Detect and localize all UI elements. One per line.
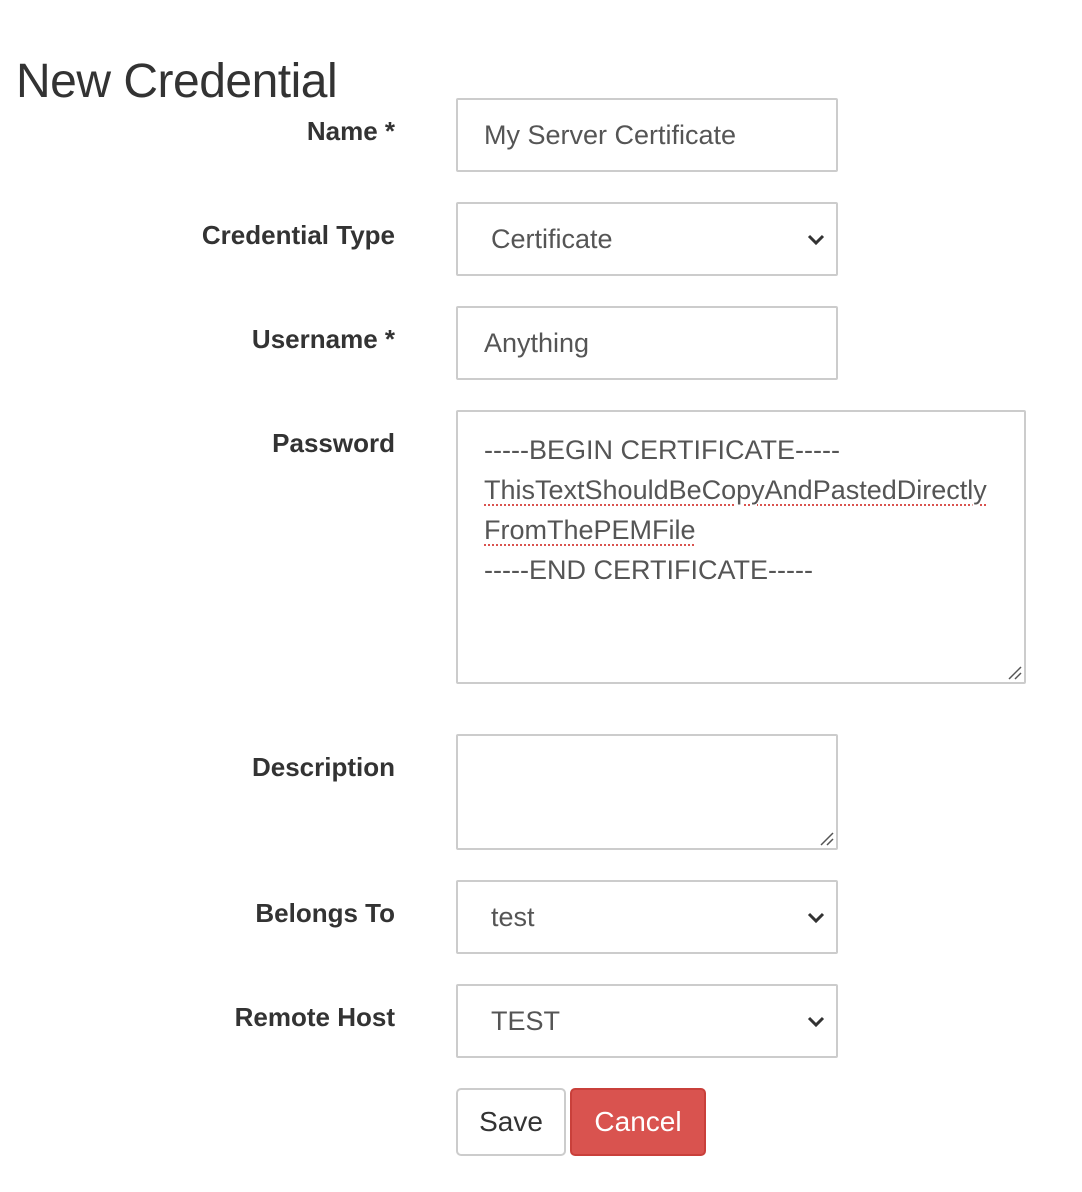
- password-line: FromThePEMFile: [484, 510, 1024, 550]
- spellcheck-word: FromThePEMFile: [484, 515, 696, 545]
- spellcheck-word: ThisTextShouldBeCopyAndPastedDirectly: [484, 475, 987, 505]
- password-textarea[interactable]: -----BEGIN CERTIFICATE----- ThisTextShou…: [456, 410, 1026, 684]
- password-line: ThisTextShouldBeCopyAndPastedDirectly: [484, 470, 1024, 510]
- description-label: Description: [251, 752, 395, 782]
- description-textarea[interactable]: [456, 734, 838, 850]
- password-label: Password: [272, 428, 395, 458]
- resize-grip-icon[interactable]: [818, 830, 834, 846]
- password-line: -----BEGIN CERTIFICATE-----: [484, 435, 840, 465]
- name-input[interactable]: My Server Certificate: [456, 98, 838, 172]
- chevron-down-icon: [807, 1016, 825, 1028]
- resize-grip-icon[interactable]: [1006, 664, 1022, 680]
- credential-type-select[interactable]: Certificate: [456, 202, 838, 276]
- name-input-value: My Server Certificate: [484, 119, 737, 150]
- belongs-to-selected: test: [491, 901, 535, 932]
- username-input-value: Anything: [484, 327, 590, 358]
- belongs-to-select[interactable]: test: [456, 880, 838, 954]
- chevron-down-icon: [807, 234, 825, 246]
- credential-type-label: Credential Type: [201, 220, 395, 250]
- remote-host-selected: TEST: [491, 1005, 561, 1036]
- chevron-down-icon: [807, 912, 825, 924]
- username-input[interactable]: Anything: [456, 306, 838, 380]
- name-label: Name *: [306, 116, 395, 146]
- belongs-to-label: Belongs To: [255, 898, 395, 928]
- username-label: Username *: [251, 324, 395, 354]
- remote-host-label: Remote Host: [234, 1002, 395, 1032]
- save-button[interactable]: Save: [456, 1088, 566, 1156]
- page-title: New Credential: [16, 55, 338, 109]
- credential-type-selected: Certificate: [491, 223, 613, 254]
- password-line: -----END CERTIFICATE-----: [484, 555, 813, 585]
- cancel-button[interactable]: Cancel: [570, 1088, 706, 1156]
- remote-host-select[interactable]: TEST: [456, 984, 838, 1058]
